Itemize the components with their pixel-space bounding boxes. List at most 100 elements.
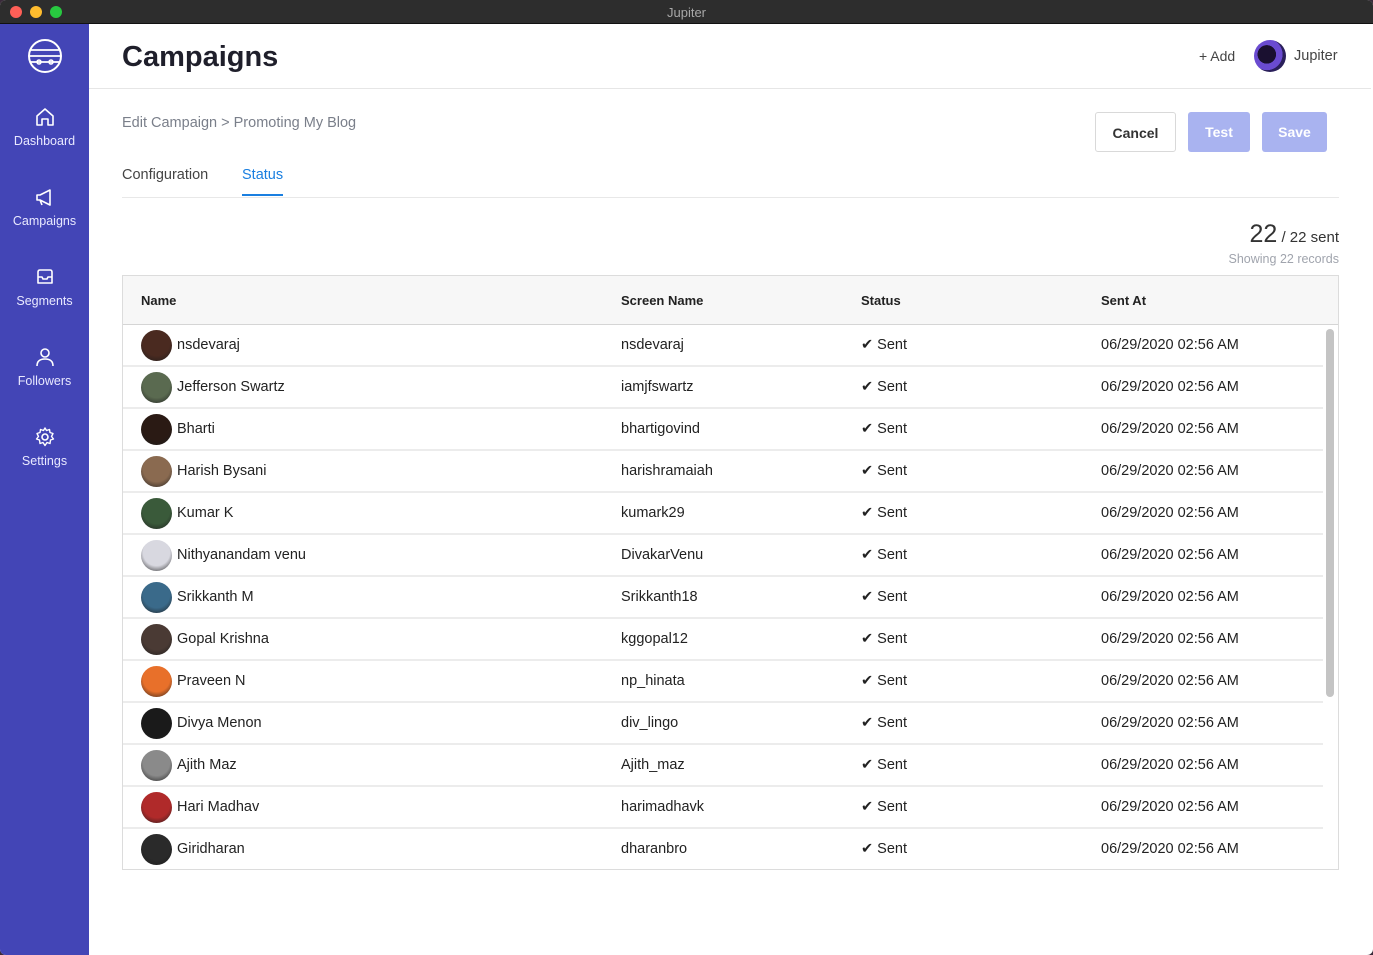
column-header-screen-name[interactable]: Screen Name	[621, 293, 703, 308]
megaphone-icon	[36, 189, 51, 206]
cell-status: ✔ Sent	[861, 379, 908, 395]
table-row[interactable]: Nithyanandam venu DivakarVenu ✔ Sent 06/29/…	[123, 535, 1323, 577]
cell-sent-at: 06/29/2020 02:56 AM	[1101, 799, 1239, 815]
table-header: Name Screen Name Status Sent At	[123, 276, 1338, 325]
main-content: Campaigns + Add Jupiter Edit Campaign > …	[89, 24, 1371, 951]
avatar	[141, 498, 172, 529]
avatar	[141, 750, 172, 781]
sidebar-item-settings[interactable]: Settings	[0, 426, 89, 506]
cell-name: Hari Madhav	[177, 799, 260, 815]
cell-screen-name: div_lingo	[621, 715, 679, 731]
page-header: Campaigns + Add Jupiter	[89, 24, 1371, 89]
table-scrollbar[interactable]	[1326, 329, 1334, 697]
sidebar-item-dashboard[interactable]: Dashboard	[0, 106, 89, 186]
cell-sent-at: 06/29/2020 02:56 AM	[1101, 463, 1239, 479]
avatar	[141, 414, 172, 445]
cell-status: ✔ Sent	[861, 841, 908, 857]
cell-screen-name: np_hinata	[621, 673, 685, 689]
page-title: Campaigns	[122, 41, 279, 73]
gear-icon	[35, 427, 55, 447]
cell-sent-at: 06/29/2020 02:56 AM	[1101, 589, 1239, 605]
table-row[interactable]: Divya Menon div_lingo ✔ Sent 06/29/2020 02:…	[123, 703, 1323, 745]
table-row[interactable]: Jefferson Swartz iamjfswartz ✔ Sent 06/29/2…	[123, 367, 1323, 409]
table-row[interactable]: Praveen N np_hinata ✔ Sent 06/29/2020 02:56…	[123, 661, 1323, 703]
cell-status: ✔ Sent	[861, 547, 908, 563]
avatar	[141, 540, 172, 571]
cell-status: ✔ Sent	[861, 799, 908, 815]
cell-screen-name: harimadhavk	[621, 799, 705, 815]
cell-name: Kumar K	[177, 505, 234, 521]
table-row[interactable]: Giridharan dharanbro ✔ Sent 06/29/2020 02:5…	[123, 829, 1323, 869]
cell-screen-name: Ajith_maz	[621, 757, 685, 773]
cell-status: ✔ Sent	[861, 589, 908, 605]
sidebar: Dashboard Campaigns Segments Followers S…	[0, 24, 89, 955]
cell-sent-at: 06/29/2020 02:56 AM	[1101, 841, 1239, 857]
save-button[interactable]: Save	[1262, 112, 1327, 152]
sidebar-item-followers[interactable]: Followers	[0, 346, 89, 426]
tab-status[interactable]: Status	[242, 167, 284, 196]
cell-name: Srikkanth M	[177, 589, 254, 605]
avatar	[141, 330, 172, 361]
sent-number: 22	[1249, 220, 1278, 248]
home-icon	[36, 108, 54, 126]
avatar	[141, 792, 172, 823]
table-row[interactable]: Ajith Maz Ajith_maz ✔ Sent 06/29/2020 02:56…	[123, 745, 1323, 787]
column-header-sent-at[interactable]: Sent At	[1101, 293, 1146, 308]
table-row[interactable]: nsdevaraj nsdevaraj ✔ Sent 06/29/2020 02:56…	[123, 325, 1323, 367]
sidebar-item-campaigns[interactable]: Campaigns	[0, 186, 89, 266]
table-row[interactable]: Bharti bhartigovind ✔ Sent 06/29/2020 02:56…	[123, 409, 1323, 451]
app-window: Jupiter Dashboard Campaigns Segments Fol…	[0, 0, 1373, 955]
cell-name: Bharti	[177, 421, 215, 437]
cell-name: Giridharan	[177, 841, 245, 857]
avatar	[141, 708, 172, 739]
avatar	[141, 582, 172, 613]
column-header-name[interactable]: Name	[141, 293, 176, 308]
column-header-status[interactable]: Status	[861, 293, 901, 308]
cell-status: ✔ Sent	[861, 715, 908, 731]
avatar	[141, 372, 172, 403]
cell-sent-at: 06/29/2020 02:56 AM	[1101, 337, 1239, 353]
cell-status: ✔ Sent	[861, 505, 908, 521]
cell-sent-at: 06/29/2020 02:56 AM	[1101, 547, 1239, 563]
sidebar-item-label: Campaigns	[12, 214, 77, 228]
cell-screen-name: DivakarVenu	[621, 547, 704, 563]
jupiter-logo-icon[interactable]	[27, 38, 63, 74]
cell-screen-name: harishramaiah	[621, 463, 713, 479]
table-row[interactable]: Hari Madhav harimadhavk ✔ Sent 06/29/2020 0…	[123, 787, 1323, 829]
cell-screen-name: iamjfswartz	[621, 379, 694, 395]
cell-sent-at: 06/29/2020 02:56 AM	[1101, 421, 1239, 437]
window-title: Jupiter	[666, 5, 707, 20]
avatar[interactable]	[1254, 40, 1286, 72]
cell-status: ✔ Sent	[861, 421, 908, 437]
table-row[interactable]: Srikkanth M Srikkanth18 ✔ Sent 06/29/2020 0…	[123, 577, 1323, 619]
cell-screen-name: kggopal12	[621, 631, 688, 647]
cell-sent-at: 06/29/2020 02:56 AM	[1101, 631, 1239, 647]
table-row[interactable]: Gopal Krishna kggopal12 ✔ Sent 06/29/2020 0…	[123, 619, 1323, 661]
test-button[interactable]: Test	[1188, 112, 1250, 152]
cell-name: Gopal Krishna	[177, 631, 269, 647]
table-row[interactable]: Harish Bysani harishramaiah ✔ Sent 06/29/20…	[123, 451, 1323, 493]
sent-total: / 22 sent	[1281, 229, 1339, 246]
user-name[interactable]: Jupiter	[1294, 48, 1338, 64]
avatar	[141, 666, 172, 697]
cell-status: ✔ Sent	[861, 463, 908, 479]
breadcrumb[interactable]: Edit Campaign > Promoting My Blog	[122, 115, 356, 131]
sidebar-item-label: Settings	[21, 454, 68, 468]
avatar	[141, 834, 172, 865]
table-row[interactable]: Kumar K kumark29 ✔ Sent 06/29/2020 02:56 AM	[123, 493, 1323, 535]
tab-configuration[interactable]: Configuration	[122, 167, 208, 194]
cell-status: ✔ Sent	[861, 757, 908, 773]
cell-status: ✔ Sent	[861, 631, 908, 647]
cell-name: Ajith Maz	[177, 757, 237, 773]
cell-sent-at: 06/29/2020 02:56 AM	[1101, 757, 1239, 773]
records-count: Showing 22 records	[1228, 252, 1339, 266]
inbox-icon	[37, 269, 53, 284]
sent-count: 22 / 22 sent	[1249, 220, 1339, 249]
cell-name: Praveen N	[177, 673, 246, 689]
cell-sent-at: 06/29/2020 02:56 AM	[1101, 673, 1239, 689]
sidebar-item-label: Followers	[17, 374, 72, 388]
cancel-button[interactable]: Cancel	[1095, 112, 1176, 152]
add-button[interactable]: + Add	[1199, 48, 1235, 64]
sidebar-item-segments[interactable]: Segments	[0, 266, 89, 346]
status-table: Name Screen Name Status Sent At nsdevara…	[122, 275, 1339, 870]
